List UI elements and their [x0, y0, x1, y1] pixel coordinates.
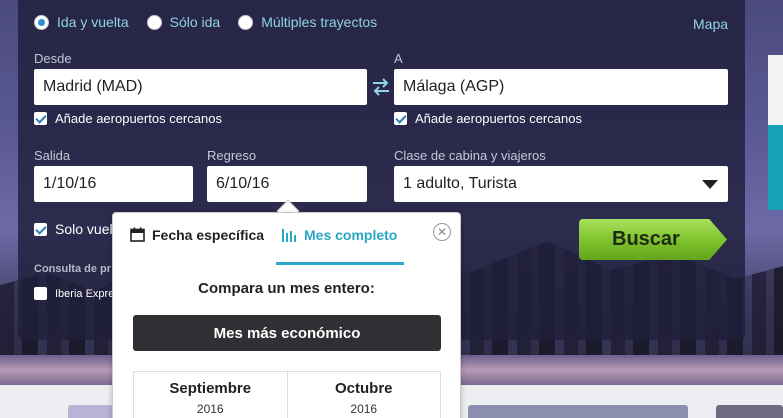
thumbnail[interactable]	[468, 405, 688, 418]
trip-type-label: Ida y vuelta	[57, 14, 129, 30]
airline-checkbox[interactable]: Iberia Expre	[34, 287, 114, 300]
trip-type-oneway[interactable]: Sólo ida	[146, 14, 221, 30]
map-link[interactable]: Mapa	[693, 16, 728, 32]
month-year: 2016	[350, 402, 378, 416]
destination-nearby-label: Añade aeropuertos cercanos	[415, 111, 582, 126]
cabin-label: Clase de cabina y viajeros	[394, 148, 546, 163]
tab-label: Mes completo	[304, 227, 398, 243]
checkbox-icon	[34, 287, 47, 300]
compare-month-title: Compara un mes entero:	[198, 280, 375, 297]
cabin-travelers-select[interactable]: 1 adulto, Turista	[394, 166, 728, 202]
departure-date-input[interactable]: 1/10/16	[34, 166, 193, 202]
return-label: Regreso	[207, 148, 257, 163]
month-name: Octubre	[334, 380, 393, 397]
checkbox-icon	[34, 222, 47, 236]
origin-nearby-checkbox[interactable]: Añade aeropuertos cercanos	[34, 111, 222, 126]
month-name: Septiembre	[169, 380, 252, 397]
side-banner	[768, 55, 783, 125]
direct-only-label: Solo vuelo	[55, 221, 121, 237]
date-picker-popover: Fecha específica Mes completo ✕ Compara …	[112, 212, 461, 418]
radio-icon	[146, 14, 162, 30]
destination-nearby-checkbox[interactable]: Añade aeropuertos cercanos	[394, 111, 582, 126]
bar-chart-icon	[281, 227, 297, 242]
month-option-september[interactable]: Septiembre 2016	[134, 372, 287, 418]
airline-label: Iberia Expre	[55, 287, 115, 300]
trip-type-multi[interactable]: Múltiples trayectos	[238, 14, 377, 30]
radio-icon	[238, 14, 254, 30]
calendar-icon	[130, 227, 145, 242]
consulta-label: Consulta de pr	[34, 263, 112, 275]
origin-input[interactable]: Madrid (MAD)	[34, 69, 367, 105]
return-date-input[interactable]: 6/10/16	[207, 166, 367, 202]
trip-type-group: Ida y vuelta Sólo ida Múltiples trayecto…	[34, 14, 395, 30]
destination-input[interactable]: Málaga (AGP)	[394, 69, 728, 105]
trip-type-label: Múltiples trayectos	[261, 14, 378, 30]
swap-icon[interactable]	[371, 78, 391, 96]
month-year: 2016	[196, 402, 224, 416]
origin-nearby-label: Añade aeropuertos cercanos	[55, 111, 222, 126]
tab-label: Fecha específica	[152, 227, 265, 243]
month-option-october[interactable]: Octubre 2016	[286, 372, 441, 418]
cheapest-month-button[interactable]: Mes más económico	[133, 315, 441, 351]
tab-specific-date[interactable]: Fecha específica	[130, 227, 264, 265]
direct-only-checkbox[interactable]: Solo vuelo	[34, 221, 120, 237]
trip-type-round[interactable]: Ida y vuelta	[34, 14, 129, 30]
side-banner-accent[interactable]	[768, 125, 783, 210]
origin-label: Desde	[34, 51, 72, 66]
search-button[interactable]: Buscar	[579, 219, 727, 260]
month-options: Septiembre 2016 Octubre 2016	[133, 371, 441, 418]
destination-label: A	[394, 51, 403, 66]
cabin-value: 1 adulto, Turista	[403, 175, 517, 192]
trip-type-label: Sólo ida	[169, 14, 221, 30]
checkbox-icon	[34, 112, 47, 125]
radio-icon	[34, 14, 49, 30]
tab-whole-month[interactable]: Mes completo	[276, 227, 404, 265]
thumbnail[interactable]	[716, 405, 783, 418]
thumbnail[interactable]	[68, 405, 113, 418]
checkbox-icon	[394, 112, 407, 125]
caret-down-icon	[702, 180, 718, 189]
departure-label: Salida	[34, 148, 71, 163]
close-icon[interactable]: ✕	[433, 223, 451, 241]
